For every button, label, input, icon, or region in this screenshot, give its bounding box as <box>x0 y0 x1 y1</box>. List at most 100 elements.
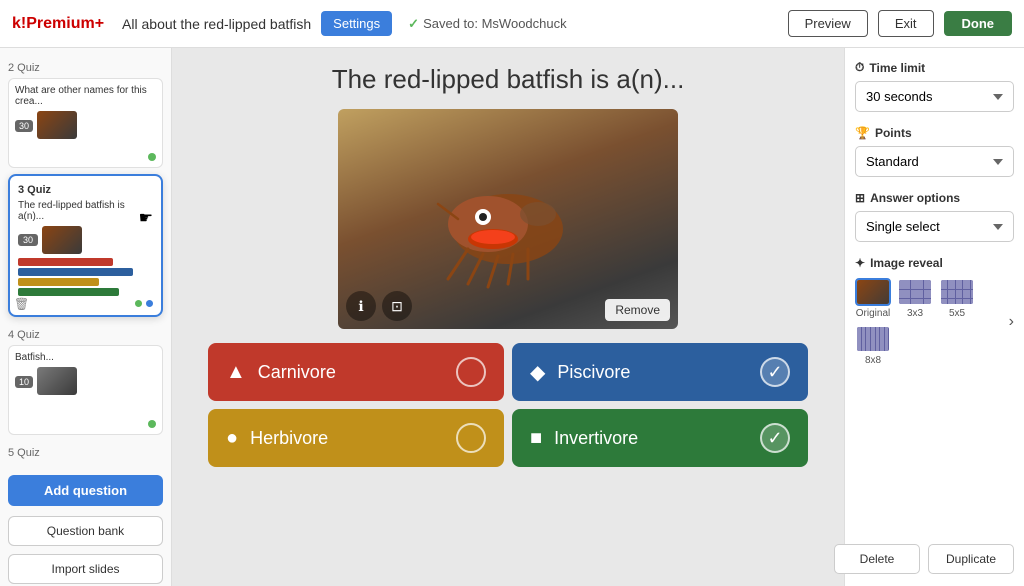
points-select[interactable]: Standard No points Double <box>855 146 1014 177</box>
image-reveal-section: ✦ Image reveal Original <box>855 256 1014 366</box>
triangle-icon: ▲ <box>226 361 246 384</box>
quiz3-card[interactable]: 3 Quiz The red-lipped batfish is a(n)...… <box>8 174 163 317</box>
quiz3-answer-bars <box>18 258 153 296</box>
question-bank-button[interactable]: Question bank <box>8 516 163 546</box>
time-limit-select[interactable]: 30 seconds No limit 5 seconds 10 seconds… <box>855 81 1014 112</box>
quiz4-card[interactable]: Batfish... 10 <box>8 345 163 435</box>
answer-tile-invertivore[interactable]: ■ Invertivore ✓ <box>512 409 808 467</box>
herbivore-text: Herbivore <box>250 428 444 449</box>
points-section: 🏆 Points Standard No points Double <box>855 126 1014 177</box>
reveal-8x8-label: 8x8 <box>865 355 881 366</box>
sidebar-item-quiz2[interactable]: 2 Quiz What are other names for this cre… <box>0 56 171 174</box>
main-layout: 2 Quiz What are other names for this cre… <box>0 48 1024 586</box>
points-icon: 🏆 <box>855 126 870 140</box>
reveal-original-wrap: Original <box>855 278 891 319</box>
carnivore-check[interactable] <box>456 357 486 387</box>
quiz5-label: 5 Quiz <box>8 447 163 459</box>
add-question-button[interactable]: Add question <box>8 475 163 506</box>
quiz4-label: 4 Quiz <box>8 329 163 341</box>
right-panel: ⏱ Time limit 30 seconds No limit 5 secon… <box>844 48 1024 586</box>
trash-icon[interactable]: 🗑 <box>14 297 29 311</box>
reveal-3x3-wrap: 3x3 <box>897 278 933 319</box>
points-title: 🏆 Points <box>855 126 1014 140</box>
reveal-original-thumb[interactable] <box>855 278 891 306</box>
quiz2-card[interactable]: What are other names for this crea... 30 <box>8 78 163 168</box>
dot2 <box>146 300 153 307</box>
answer-tile-piscivore[interactable]: ◆ Piscivore ✓ <box>512 343 808 401</box>
question-title: The red-lipped batfish is a(n)... <box>332 64 685 95</box>
sidebar-item-quiz4[interactable]: 4 Quiz Batfish... 10 <box>0 323 171 441</box>
answer-options-title: ⊞ Answer options <box>855 191 1014 205</box>
exit-button[interactable]: Exit <box>878 10 934 37</box>
reveal-8x8-wrap: 8x8 <box>855 325 891 366</box>
reveal-options-row: Original 3x3 <box>855 278 1014 366</box>
answer-tile-carnivore[interactable]: ▲ Carnivore <box>208 343 504 401</box>
delete-button[interactable]: Delete <box>844 544 920 574</box>
quiz4-thumbnail <box>37 367 77 395</box>
center-content: The red-lipped batfish is a(n)... <box>172 48 844 586</box>
preview-button[interactable]: Preview <box>788 10 868 37</box>
invertivore-check[interactable]: ✓ <box>760 423 790 453</box>
piscivore-text: Piscivore <box>557 362 748 383</box>
reveal-next-arrow[interactable]: › <box>1009 313 1014 331</box>
quiz2-dot <box>148 153 156 161</box>
quiz3-text: The red-lipped batfish is a(n)... <box>18 200 153 222</box>
quiz3-dots <box>18 300 153 307</box>
crop-button[interactable]: ⊡ <box>382 291 412 321</box>
reveal-3x3-label: 3x3 <box>907 308 923 319</box>
circle-icon: ● <box>226 427 238 450</box>
info-button[interactable]: ℹ <box>346 291 376 321</box>
time-limit-title: ⏱ Time limit <box>855 60 1014 75</box>
saved-indicator: ✓ Saved to: MsWoodchuck <box>408 16 566 32</box>
quiz3-thumbnail <box>42 226 82 254</box>
topbar-actions: Preview Exit Done <box>788 10 1012 37</box>
panel-bottom-buttons: Delete Duplicate <box>844 544 1014 574</box>
sidebar: 2 Quiz What are other names for this cre… <box>0 48 172 586</box>
answer-tile-herbivore[interactable]: ● Herbivore <box>208 409 504 467</box>
clock-icon: ⏱ <box>855 60 864 75</box>
piscivore-check[interactable]: ✓ <box>760 357 790 387</box>
fish-illustration <box>408 149 608 289</box>
done-button[interactable]: Done <box>944 11 1013 36</box>
dot1 <box>135 300 142 307</box>
reveal-8x8-thumb[interactable] <box>855 325 891 353</box>
quiz3-timer: 30 <box>18 234 38 246</box>
quiz2-label: 2 Quiz <box>8 62 163 74</box>
diamond-icon: ◆ <box>530 360 545 385</box>
sidebar-item-quiz3[interactable]: 3 Quiz The red-lipped batfish is a(n)...… <box>0 174 171 317</box>
reveal-5x5-wrap: 5x5 <box>939 278 975 319</box>
saved-text: Saved to: MsWoodchuck <box>423 16 567 31</box>
import-slides-button[interactable]: Import slides <box>8 554 163 584</box>
quiz2-text: What are other names for this crea... <box>15 85 156 107</box>
grid-icon: ⊞ <box>855 191 865 205</box>
bar4 <box>18 288 119 296</box>
duplicate-button[interactable]: Duplicate <box>928 544 1014 574</box>
remove-image-button[interactable]: Remove <box>605 299 670 321</box>
time-limit-section: ⏱ Time limit 30 seconds No limit 5 secon… <box>855 60 1014 112</box>
reveal-3x3-thumb[interactable] <box>897 278 933 306</box>
settings-button[interactable]: Settings <box>321 11 392 36</box>
quiz3-label: 3 Quiz <box>18 184 153 196</box>
sparkle-icon: ✦ <box>855 256 865 270</box>
grid-3x3 <box>899 280 933 306</box>
quiz4-dot <box>148 420 156 428</box>
reveal-5x5-thumb[interactable] <box>939 278 975 306</box>
invertivore-text: Invertivore <box>554 428 748 449</box>
original-bg <box>857 280 891 306</box>
brand-logo: k!Premium+ <box>12 15 104 33</box>
quiz3-row: 30 ☛ <box>18 226 153 254</box>
grid-8x8 <box>857 327 891 353</box>
reveal-original-label: Original <box>856 308 890 319</box>
quiz2-timer: 30 <box>15 120 33 132</box>
reveal-5x5-label: 5x5 <box>949 308 965 319</box>
check-icon: ✓ <box>408 16 419 32</box>
sidebar-item-quiz5[interactable]: 5 Quiz <box>0 441 171 469</box>
image-overlay-icons: ℹ ⊡ <box>346 291 412 321</box>
bar1 <box>18 258 113 266</box>
answer-options-select[interactable]: Single select Multi select <box>855 211 1014 242</box>
herbivore-check[interactable] <box>456 423 486 453</box>
answers-grid: ▲ Carnivore ◆ Piscivore ✓ ● Herbivore ■ … <box>208 343 808 467</box>
quiz4-timer: 10 <box>15 376 33 388</box>
bar2 <box>18 268 133 276</box>
cursor-icon: ☛ <box>139 208 153 228</box>
